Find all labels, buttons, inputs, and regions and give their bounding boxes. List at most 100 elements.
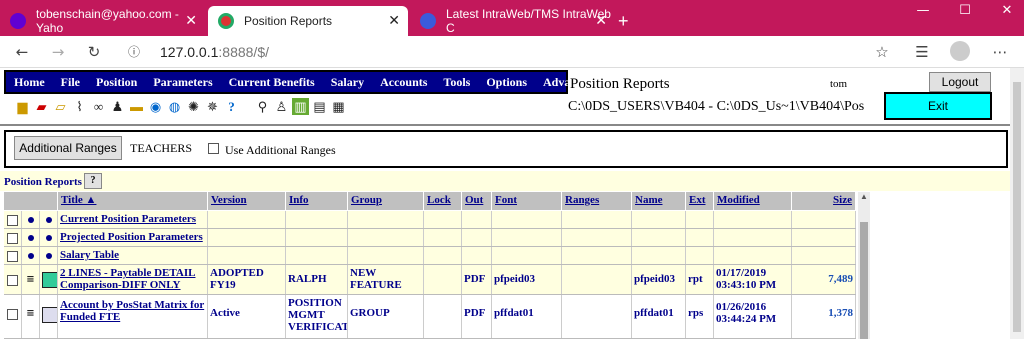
additional-ranges-button[interactable]: Additional Ranges [14,136,122,160]
row-title[interactable]: 2 LINES - Paytable DETAIL Comparison-DIF… [58,265,208,294]
scroll-thumb[interactable] [860,222,868,339]
use-additional-ranges-checkbox[interactable] [208,143,219,154]
globe-tools-icon[interactable]: ◉ [147,98,164,115]
open-folder-icon[interactable]: ▱ [52,98,69,115]
close-icon[interactable]: ✕ [595,13,607,27]
header-title[interactable]: Title ▲ [58,192,208,210]
people-icon[interactable]: ♟ [109,98,126,115]
help-icon[interactable]: ? [223,98,240,115]
username: tom [830,78,848,90]
globe-search-icon[interactable]: ◍ [166,98,183,115]
row-checkbox[interactable] [7,251,18,262]
row-modified [714,229,792,246]
menu-tools[interactable]: Tools [435,75,478,90]
car-icon[interactable]: ▰ [33,98,50,115]
main-menu: Home File Position Parameters Current Be… [4,70,594,94]
bucket-icon[interactable]: ♙ [273,98,290,115]
bullet-icon [45,217,52,223]
header-ext[interactable]: Ext [686,192,714,210]
menu-parameters[interactable]: Parameters [145,75,220,90]
bullet-icon [27,253,34,259]
profile-avatar[interactable] [950,41,970,61]
table-row[interactable]: Current Position Parameters [4,211,856,229]
row-title[interactable]: Salary Table [58,247,208,264]
maximize-button[interactable]: ☐ [950,3,980,23]
close-window-button[interactable]: ✕ [992,3,1022,23]
header-modified[interactable]: Modified [714,192,792,210]
bullet-icon [45,253,52,259]
table-scrollbar[interactable]: ▲ [858,192,870,339]
close-icon[interactable]: ✕ [388,13,400,27]
books-icon[interactable]: ▤ [311,98,328,115]
row-info [286,247,348,264]
address-bar[interactable]: 127.0.0.1:8888/$/ [160,44,269,60]
menu-accounts[interactable]: Accounts [372,75,435,90]
row-icon-cell [40,229,58,246]
page-scroll-thumb[interactable] [1013,82,1021,332]
menu-file[interactable]: File [53,75,88,90]
close-icon[interactable]: ✕ [185,13,197,27]
files-icon[interactable]: ▦ [330,98,347,115]
row-title[interactable]: Projected Position Parameters [58,229,208,246]
info-icon[interactable]: ⓘ [124,42,144,62]
tab-position-reports[interactable]: Position Reports ✕ [208,6,408,36]
header-name[interactable]: Name [632,192,686,210]
table-row[interactable]: ≡ 2 LINES - Paytable DETAIL Comparison-D… [4,265,856,295]
folder-icon[interactable]: ▆ [14,98,31,115]
fish-icon[interactable]: ✺ [185,98,202,115]
row-title[interactable]: Current Position Parameters [58,211,208,228]
menu-options[interactable]: Options [478,75,535,90]
row-checkbox[interactable] [7,275,18,286]
page-scrollbar[interactable] [1010,68,1024,339]
lines-icon[interactable]: ≡ [22,265,40,294]
table-row[interactable]: Salary Table [4,247,856,265]
table-row[interactable]: Projected Position Parameters [4,229,856,247]
more-menu-icon[interactable]: ⋯ [990,42,1010,62]
help-button[interactable]: ? [84,173,102,189]
app-page: Home File Position Parameters Current Be… [0,68,1024,339]
row-icon-cell [40,211,58,228]
exit-button[interactable]: Exit [884,92,992,120]
row-checkbox[interactable] [7,233,18,244]
row-title[interactable]: Account by PosStat Matrix for Funded FTE [58,295,208,338]
row-size: 1,378 [792,295,856,338]
row-lock [424,211,462,228]
bar-chart-icon[interactable]: ▥ [292,97,309,115]
bug-icon[interactable]: ✵ [204,98,221,115]
table-row[interactable]: ≡ Account by PosStat Matrix for Funded F… [4,295,856,339]
menu-salary[interactable]: Salary [323,75,372,90]
header-group[interactable]: Group [348,192,424,210]
back-icon[interactable]: ← [12,42,32,62]
binoculars-icon[interactable]: ∞ [90,98,107,115]
scroll-up-icon[interactable]: ▲ [858,192,870,204]
header-size[interactable]: Size [792,192,856,210]
report-type-icon[interactable] [42,307,57,323]
couch-icon[interactable]: ▬ [128,98,145,115]
refresh-icon[interactable]: ↻ [84,42,104,62]
header-ranges[interactable]: Ranges [562,192,632,210]
network-icon[interactable]: ⚲ [254,98,271,115]
menu-current-benefits[interactable]: Current Benefits [221,75,323,90]
row-modified: 01/26/2016 03:44:24 PM [714,295,792,338]
logout-button[interactable]: Logout [929,72,991,92]
header-info[interactable]: Info [286,192,348,210]
minimize-button[interactable]: — [908,3,938,23]
chart-line-icon[interactable]: ⌇ [71,98,88,115]
header-font[interactable]: Font [492,192,562,210]
favorite-star-icon[interactable]: ☆ [872,42,892,62]
menu-position[interactable]: Position [88,75,145,90]
tab-intraweb[interactable]: Latest IntraWeb/TMS IntraWeb C ✕ [410,6,615,36]
menu-home[interactable]: Home [6,75,53,90]
header-lock[interactable]: Lock [424,192,462,210]
forward-icon[interactable]: → [48,42,68,62]
row-checkbox[interactable] [7,215,18,226]
header-out[interactable]: Out [462,192,492,210]
tab-yahoo[interactable]: tobenschain@yahoo.com - Yaho ✕ [0,6,205,36]
row-checkbox[interactable] [7,309,18,320]
lines-icon[interactable]: ≡ [22,295,40,338]
row-version [208,211,286,228]
new-tab-button[interactable]: + [616,6,636,36]
header-version[interactable]: Version [208,192,286,210]
report-type-icon[interactable] [42,272,57,288]
collections-icon[interactable]: ☰ [912,42,932,62]
